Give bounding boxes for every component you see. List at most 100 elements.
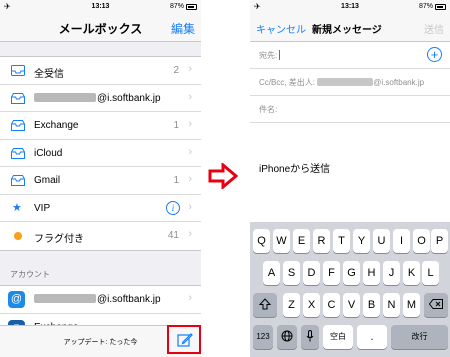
- key-z[interactable]: Z: [283, 293, 300, 317]
- key-q[interactable]: Q: [253, 229, 270, 253]
- mailbox-label: VIP: [34, 202, 51, 214]
- key-t[interactable]: T: [333, 229, 350, 253]
- shift-key[interactable]: [253, 293, 277, 317]
- new-message-screen: ✈ 13:13 87% キャンセル 新規メッセージ 送信 宛先: + Cc/Bc…: [250, 0, 450, 357]
- mailbox-label: iCloud: [34, 147, 63, 159]
- edit-button[interactable]: 編集: [171, 20, 195, 37]
- page-title: 新規メッセージ: [312, 25, 382, 36]
- redacted-address: [34, 294, 96, 303]
- chevron-right-icon: ›: [188, 145, 192, 158]
- at-sign-icon: @: [8, 291, 25, 308]
- mailbox-label: Gmail: [34, 175, 61, 186]
- redacted-address: [317, 78, 374, 86]
- microphone-icon: [306, 330, 314, 342]
- key-g[interactable]: G: [343, 261, 360, 285]
- key-e[interactable]: E: [293, 229, 310, 253]
- unread-count: 1: [173, 120, 179, 131]
- add-contact-icon[interactable]: +: [427, 47, 442, 62]
- key-o[interactable]: O: [413, 229, 430, 253]
- mailbox-exchange[interactable]: Exchange 1 ›: [0, 112, 201, 140]
- numbers-key[interactable]: 123: [253, 325, 273, 349]
- key-l[interactable]: L: [422, 261, 439, 285]
- key-x[interactable]: X: [303, 293, 320, 317]
- mailbox-vip[interactable]: ★ VIP i ›: [0, 195, 201, 222]
- return-key[interactable]: 改行: [391, 325, 448, 349]
- mailbox-label: 全受信: [34, 69, 64, 80]
- status-bar: ✈ 13:13 87%: [0, 0, 201, 14]
- mailbox-icloud[interactable]: iCloud ›: [0, 140, 201, 167]
- key-c[interactable]: C: [323, 293, 340, 317]
- dictation-key[interactable]: [301, 325, 319, 349]
- chevron-right-icon: ›: [188, 63, 192, 75]
- chevron-right-icon: ›: [188, 90, 192, 103]
- key-y[interactable]: Y: [353, 229, 370, 253]
- key-d[interactable]: D: [303, 261, 320, 285]
- key-h[interactable]: H: [363, 261, 380, 285]
- unread-count: 41: [167, 230, 179, 241]
- chevron-right-icon: ›: [188, 200, 192, 213]
- inbox-tray-icon: [11, 92, 25, 104]
- key-period[interactable]: .: [357, 325, 387, 349]
- key-i[interactable]: I: [393, 229, 410, 253]
- mailbox-label: Exchange: [34, 120, 79, 131]
- mailboxes-screen: ✈ 13:13 87% メールボックス 編集 全受信 2 › @i.softba…: [0, 0, 201, 357]
- subject-label: 件名:: [259, 105, 278, 114]
- key-w[interactable]: W: [273, 229, 290, 253]
- unread-count: 1: [173, 175, 179, 186]
- key-v[interactable]: V: [343, 293, 360, 317]
- to-field[interactable]: 宛先: +: [250, 42, 450, 69]
- keyboard: Q W E R T Y U I O P A S D F G H J K L Z …: [250, 222, 450, 357]
- cancel-button[interactable]: キャンセル: [256, 21, 306, 36]
- battery-icon: [435, 4, 446, 10]
- transition-arrow-icon: [208, 163, 238, 189]
- battery-percent: 87%: [418, 3, 433, 10]
- info-icon[interactable]: i: [166, 200, 180, 215]
- delete-key[interactable]: [424, 293, 448, 317]
- cc-bcc-field[interactable]: Cc/Bcc, 差出人: @i.softbank.jp: [250, 69, 450, 96]
- chevron-right-icon: ›: [188, 292, 192, 304]
- redacted-address: [34, 92, 96, 102]
- mailbox-softbank[interactable]: @i.softbank.jp ›: [0, 85, 201, 112]
- key-j[interactable]: J: [383, 261, 400, 285]
- compose-icon: [177, 333, 193, 347]
- globe-key[interactable]: [277, 325, 297, 349]
- accounts-section-header: アカウント: [10, 270, 50, 279]
- from-address: @i.softbank.jp: [373, 78, 425, 87]
- space-key[interactable]: 空白: [323, 325, 353, 349]
- battery-percent: 87%: [169, 3, 184, 10]
- nav-bar: キャンセル 新規メッセージ 送信: [250, 14, 450, 42]
- mailbox-list: 全受信 2 › @i.softbank.jp › Exchange 1 › iC…: [0, 56, 201, 251]
- key-r[interactable]: R: [313, 229, 330, 253]
- key-b[interactable]: B: [363, 293, 380, 317]
- key-k[interactable]: K: [403, 261, 420, 285]
- mailbox-gmail[interactable]: Gmail 1 ›: [0, 167, 201, 195]
- key-p[interactable]: P: [431, 229, 448, 253]
- cc-label: Cc/Bcc, 差出人:: [259, 78, 316, 87]
- chevron-right-icon: ›: [188, 118, 192, 130]
- key-u[interactable]: U: [373, 229, 390, 253]
- inbox-tray-icon: [11, 147, 25, 159]
- status-bar: ✈ 13:13 87%: [250, 0, 450, 14]
- account-softbank[interactable]: @ @i.softbank.jp ›: [0, 286, 201, 314]
- key-f[interactable]: F: [323, 261, 340, 285]
- subject-field[interactable]: 件名:: [250, 96, 450, 123]
- mailbox-label: フラグ付き: [34, 234, 84, 245]
- nav-bar: メールボックス 編集: [0, 14, 201, 42]
- key-a[interactable]: A: [263, 261, 280, 285]
- send-button[interactable]: 送信: [424, 21, 444, 36]
- key-m[interactable]: M: [403, 293, 420, 317]
- flag-dot-icon: [14, 232, 22, 240]
- key-s[interactable]: S: [283, 261, 300, 285]
- unread-count: 2: [173, 65, 179, 76]
- mailbox-flagged[interactable]: フラグ付き 41 ›: [0, 222, 201, 250]
- chevron-right-icon: ›: [188, 228, 192, 240]
- compose-button[interactable]: [167, 325, 201, 354]
- text-cursor: [279, 50, 281, 60]
- key-n[interactable]: N: [383, 293, 400, 317]
- mailbox-all-inboxes[interactable]: 全受信 2 ›: [0, 57, 201, 85]
- battery-icon: [186, 4, 197, 10]
- inbox-tray-icon: [11, 120, 25, 131]
- shift-icon: [258, 298, 272, 310]
- message-body[interactable]: iPhoneから送信: [259, 160, 330, 175]
- to-label: 宛先:: [259, 51, 278, 60]
